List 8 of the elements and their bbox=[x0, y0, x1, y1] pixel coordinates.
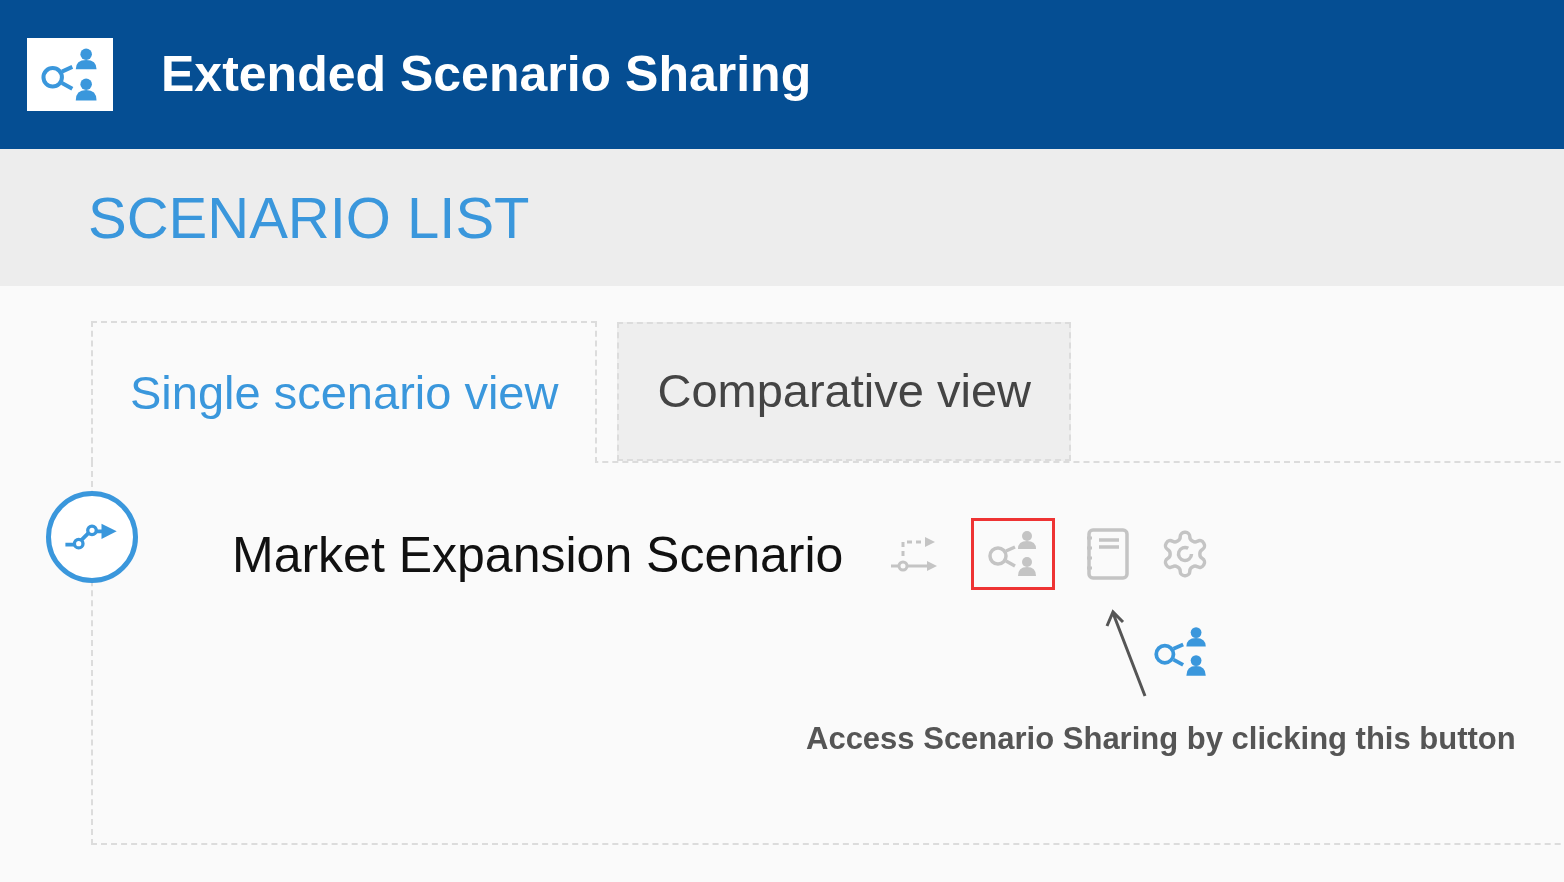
toolbar-button[interactable] bbox=[971, 518, 1056, 590]
section-title: SCENARIO LIST bbox=[88, 184, 530, 252]
app-title: Extended Scenario Sharing bbox=[161, 45, 812, 104]
scenario-title: Market Expansion Scenario bbox=[232, 526, 844, 585]
annotation-caption: Access Scenario Sharing by clicking this button bbox=[806, 720, 1516, 758]
notebook-icon bbox=[1085, 528, 1130, 580]
share-icon bbox=[1153, 626, 1209, 678]
tab[interactable]: Comparative view bbox=[617, 322, 1071, 461]
